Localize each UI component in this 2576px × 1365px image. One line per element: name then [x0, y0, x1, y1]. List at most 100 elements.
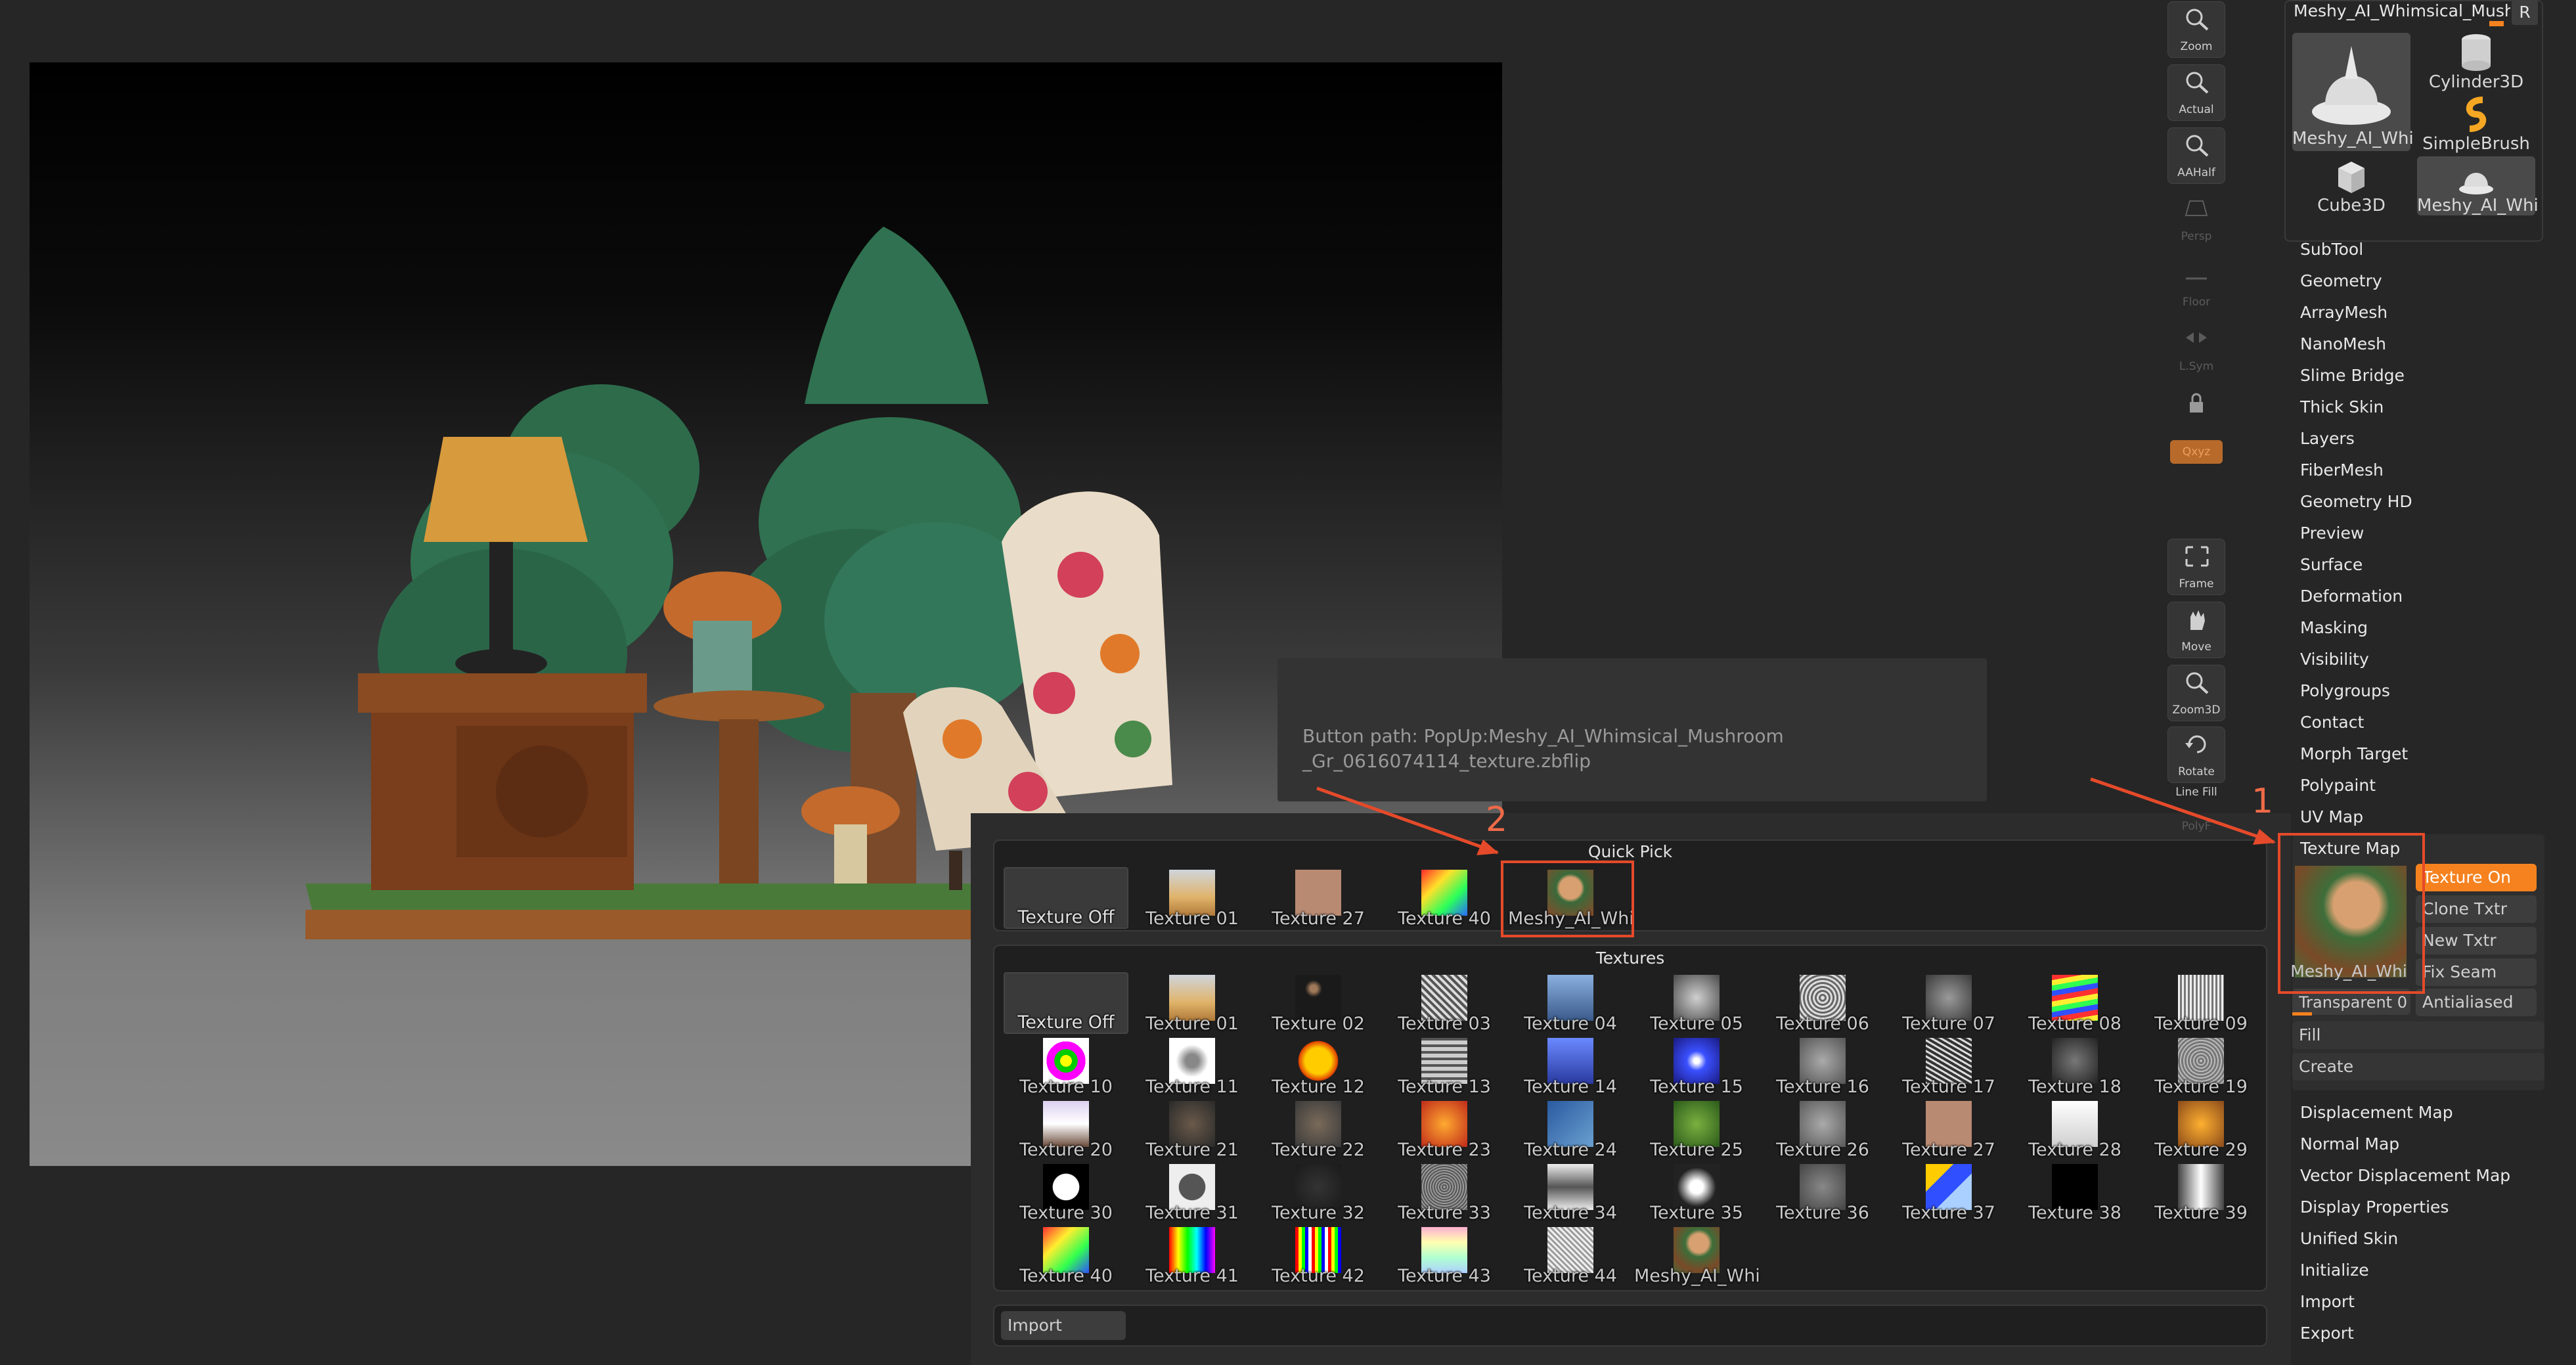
texture-slot[interactable]: Texture 27 [1886, 1098, 2011, 1160]
zoom-button[interactable]: Zoom [2167, 1, 2225, 58]
menu-geometry-hd[interactable]: Geometry HD [2299, 487, 2412, 516]
texture-slot[interactable]: Texture 43 [1382, 1224, 1507, 1286]
texture-slot[interactable]: Texture 06 [1760, 972, 1885, 1034]
texture-slot[interactable]: Texture 41 [1130, 1224, 1255, 1286]
texture-on-button[interactable]: Texture On [2416, 864, 2537, 891]
quick-pick-texture-27[interactable]: Texture 27 [1256, 867, 1381, 929]
texture-slot[interactable]: Texture 12 [1256, 1035, 1381, 1097]
texture-slot[interactable]: Texture 42 [1256, 1224, 1381, 1286]
texture-slot[interactable]: Texture 23 [1382, 1098, 1507, 1160]
texture-slot[interactable]: Texture 15 [1634, 1035, 1759, 1097]
texture-slot[interactable]: Texture 44 [1508, 1224, 1633, 1286]
texture-slot[interactable]: Texture 22 [1256, 1098, 1381, 1160]
menu-normal-map[interactable]: Normal Map [2299, 1130, 2399, 1159]
texture-slot[interactable]: Texture 29 [2139, 1098, 2263, 1160]
menu-export[interactable]: Export [2299, 1319, 2354, 1348]
menu-uv-map[interactable]: UV Map [2299, 803, 2363, 832]
texture-slot[interactable]: Texture 04 [1508, 972, 1633, 1034]
texture-slot[interactable]: Texture 16 [1760, 1035, 1885, 1097]
zoom3d-button[interactable]: Zoom3D [2167, 665, 2225, 721]
r-button[interactable]: R [2512, 0, 2538, 25]
frame-button[interactable]: Frame [2167, 539, 2225, 595]
texture-off-slot[interactable]: Texture Off [1004, 972, 1128, 1034]
tool-thumb-cube3d[interactable]: Cube3D [2292, 156, 2410, 215]
menu-subtool[interactable]: SubTool [2299, 235, 2363, 264]
actual-button[interactable]: Actual [2167, 64, 2225, 121]
texture-slot[interactable]: Texture 17 [1886, 1035, 2011, 1097]
texture-slot[interactable]: Texture 10 [1004, 1035, 1128, 1097]
menu-visibility[interactable]: Visibility [2299, 645, 2369, 674]
rotate-button[interactable]: Rotate [2167, 727, 2225, 783]
quick-pick-texture-40[interactable]: Texture 40 [1382, 867, 1507, 929]
texture-slot[interactable]: Texture 37 [1886, 1161, 2011, 1223]
create-section[interactable]: Create [2292, 1053, 2544, 1081]
texture-slot[interactable]: Texture 09 [2139, 972, 2263, 1034]
texture-slot[interactable]: Texture 24 [1508, 1098, 1633, 1160]
texture-slot[interactable]: Texture 07 [1886, 972, 2011, 1034]
texture-slot[interactable]: Texture 38 [2012, 1161, 2137, 1223]
menu-deformation[interactable]: Deformation [2299, 582, 2403, 611]
texture-slot[interactable]: Texture 39 [2139, 1161, 2263, 1223]
import-button[interactable]: Import [1001, 1311, 1126, 1340]
texture-slot[interactable]: Texture 18 [2012, 1035, 2137, 1097]
floor-button[interactable]: Floor [2167, 256, 2225, 313]
texture-slot[interactable]: Texture 36 [1760, 1161, 1885, 1223]
menu-contact[interactable]: Contact [2299, 708, 2364, 737]
menu-initialize[interactable]: Initialize [2299, 1256, 2369, 1285]
menu-displacement-map[interactable]: Displacement Map [2299, 1098, 2453, 1127]
menu-vector-displacement-map[interactable]: Vector Displacement Map [2299, 1161, 2510, 1190]
texture-slot[interactable]: Texture 08 [2012, 972, 2137, 1034]
tool-thumb-meshy-2[interactable]: Meshy_AI_Whi [2417, 156, 2539, 215]
texture-slot[interactable]: Texture 35 [1634, 1161, 1759, 1223]
lsym-button[interactable]: L.Sym [2167, 321, 2225, 377]
texture-slot[interactable]: Texture 34 [1508, 1161, 1633, 1223]
menu-arraymesh[interactable]: ArrayMesh [2299, 298, 2387, 327]
menu-polypaint[interactable]: Polypaint [2299, 771, 2376, 800]
menu-thick-skin[interactable]: Thick Skin [2299, 393, 2384, 422]
texture-slot[interactable]: Texture 02 [1256, 972, 1381, 1034]
texture-slot[interactable]: Texture 20 [1004, 1098, 1128, 1160]
fill-section[interactable]: Fill [2292, 1021, 2544, 1049]
clone-txtr-button[interactable]: Clone Txtr [2416, 895, 2537, 923]
fix-seam-button[interactable]: Fix Seam [2416, 958, 2537, 986]
antialiased-button[interactable]: Antialiased [2416, 989, 2537, 1016]
texture-slot[interactable]: Meshy_AI_Whi [1634, 1224, 1760, 1286]
tool-thumb-simplebrush[interactable]: SimpleBrush [2417, 96, 2535, 154]
menu-geometry[interactable]: Geometry [2299, 267, 2382, 296]
polyf-button[interactable]: PolyF [2167, 799, 2225, 837]
texture-slot[interactable]: Texture 33 [1382, 1161, 1507, 1223]
menu-polygroups[interactable]: Polygroups [2299, 677, 2390, 705]
menu-unified-skin[interactable]: Unified Skin [2299, 1224, 2398, 1253]
tool-thumb-cylinder3d[interactable]: Cylinder3D [2417, 33, 2535, 92]
texture-slot[interactable]: Texture 21 [1130, 1098, 1255, 1160]
aahalf-button[interactable]: AAHalf [2167, 127, 2225, 184]
tool-slider[interactable] [2489, 21, 2504, 26]
menu-layers[interactable]: Layers [2299, 424, 2355, 453]
menu-preview[interactable]: Preview [2299, 519, 2364, 548]
menu-masking[interactable]: Masking [2299, 614, 2368, 642]
move-button[interactable]: Move [2167, 602, 2225, 658]
menu-display-properties[interactable]: Display Properties [2299, 1193, 2449, 1222]
menu-nanomesh[interactable]: NanoMesh [2299, 330, 2386, 359]
texture-slot[interactable]: Texture 32 [1256, 1161, 1381, 1223]
texture-slot[interactable]: Texture 28 [2012, 1098, 2137, 1160]
texture-slot[interactable]: Texture 14 [1508, 1035, 1633, 1097]
quick-pick-texture-01[interactable]: Texture 01 [1130, 867, 1255, 929]
menu-slime-bridge[interactable]: Slime Bridge [2299, 361, 2405, 390]
texture-slot[interactable]: Texture 26 [1760, 1098, 1885, 1160]
texture-slot[interactable]: Texture 40 [1004, 1224, 1128, 1286]
texture-slot[interactable]: Texture 11 [1130, 1035, 1255, 1097]
tool-thumb-meshy-main[interactable]: Meshy_AI_Whi [2292, 33, 2414, 151]
quick-pick-texture-off[interactable]: Texture Off [1004, 867, 1128, 929]
qxyz-button[interactable]: Qxyz [2170, 440, 2223, 464]
menu-import[interactable]: Import [2299, 1287, 2355, 1316]
texture-slot[interactable]: Texture 05 [1634, 972, 1759, 1034]
texture-slot[interactable]: Texture 25 [1634, 1098, 1759, 1160]
menu-surface[interactable]: Surface [2299, 550, 2363, 579]
texture-slot[interactable]: Texture 01 [1130, 972, 1255, 1034]
menu-morph-target[interactable]: Morph Target [2299, 740, 2408, 769]
new-txtr-button[interactable]: New Txtr [2416, 927, 2537, 954]
persp-button[interactable]: Persp [2167, 190, 2225, 247]
texture-slot[interactable]: Texture 30 [1004, 1161, 1128, 1223]
texture-slot[interactable]: Texture 31 [1130, 1161, 1255, 1223]
